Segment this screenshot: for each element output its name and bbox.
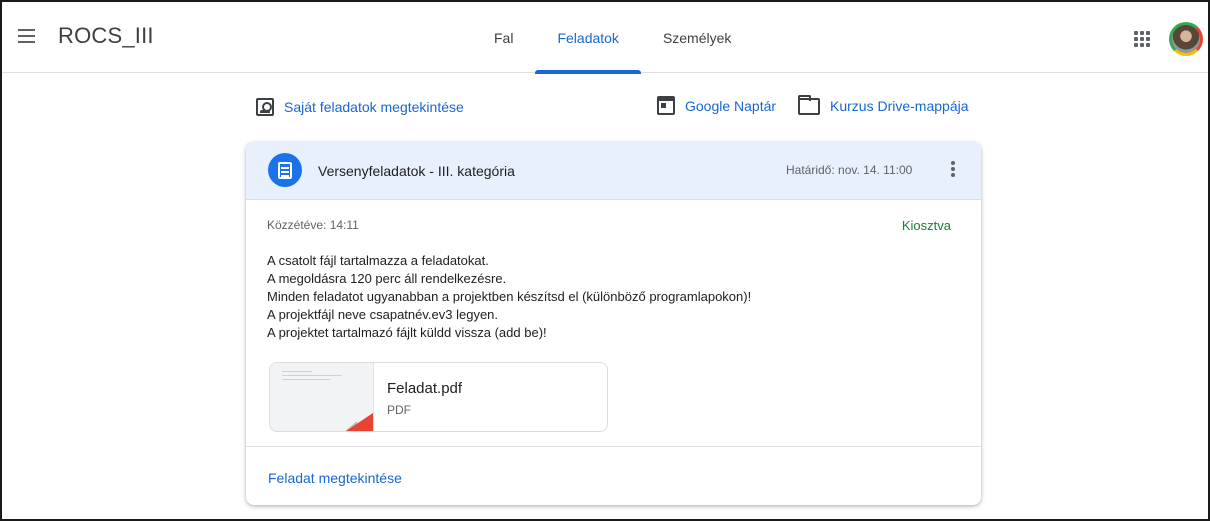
folder-icon [798,95,820,115]
attachment-name: Feladat.pdf [387,380,463,397]
drive-folder-label: Kurzus Drive-mappája [830,97,969,114]
google-calendar-label: Google Naptár [685,97,777,114]
more-options-icon[interactable] [946,161,960,181]
assignment-icon [268,153,302,187]
view-own-tasks-label: Saját feladatok megtekintése [284,99,464,115]
tab-fal[interactable]: Fal [472,2,535,73]
description-line: A projektfájl neve csapatnév.ev3 legyen. [267,307,499,322]
top-bar: ROCS_III Fal Feladatok Személyek [2,2,1208,74]
tab-bar: Fal Feladatok Személyek [472,2,753,74]
pdf-thumbnail [270,363,374,431]
assignment-description: A csatolt fájl tartalmazza a feladatokat… [267,252,751,342]
assignment-header[interactable]: Versenyfeladatok - III. kategória Határi… [246,142,981,200]
posted-time: Közzétéve: 14:11 [267,218,359,232]
assigned-person-icon [256,98,274,116]
card-footer: Feladat megtekintése [246,446,981,505]
tab-szemelyek[interactable]: Személyek [641,2,753,73]
status-badge: Kiosztva [901,218,951,233]
assignment-card: Versenyfeladatok - III. kategória Határi… [246,142,981,505]
view-assignment-link[interactable]: Feladat megtekintése [268,470,402,486]
avatar[interactable] [1169,22,1203,56]
hamburger-menu-icon[interactable] [16,26,38,48]
calendar-icon [657,96,675,115]
attachment-card[interactable]: Feladat.pdf PDF [269,362,608,432]
classroom-window: ROCS_III Fal Feladatok Személyek Saját f… [0,0,1210,521]
view-own-tasks-link[interactable]: Saját feladatok megtekintése [256,98,464,116]
apps-grid-icon[interactable] [1134,31,1150,47]
tab-feladatok[interactable]: Feladatok [535,2,642,74]
assignment-title: Versenyfeladatok - III. kategória [318,163,515,179]
description-line: A projektet tartalmazó fájlt küldd vissz… [267,325,547,340]
description-line: A megoldásra 120 perc áll rendelkezésre. [267,271,507,286]
attachment-type: PDF [387,403,411,417]
class-title[interactable]: ROCS_III [58,23,154,49]
description-line: A csatolt fájl tartalmazza a feladatokat… [267,253,489,268]
description-line: Minden feladatot ugyanabban a projektben… [267,289,752,304]
due-date: Határidő: nov. 14. 11:00 [786,163,913,177]
pdf-icon [343,413,373,431]
google-calendar-link[interactable]: Google Naptár [657,96,776,115]
drive-folder-link[interactable]: Kurzus Drive-mappája [798,95,969,115]
